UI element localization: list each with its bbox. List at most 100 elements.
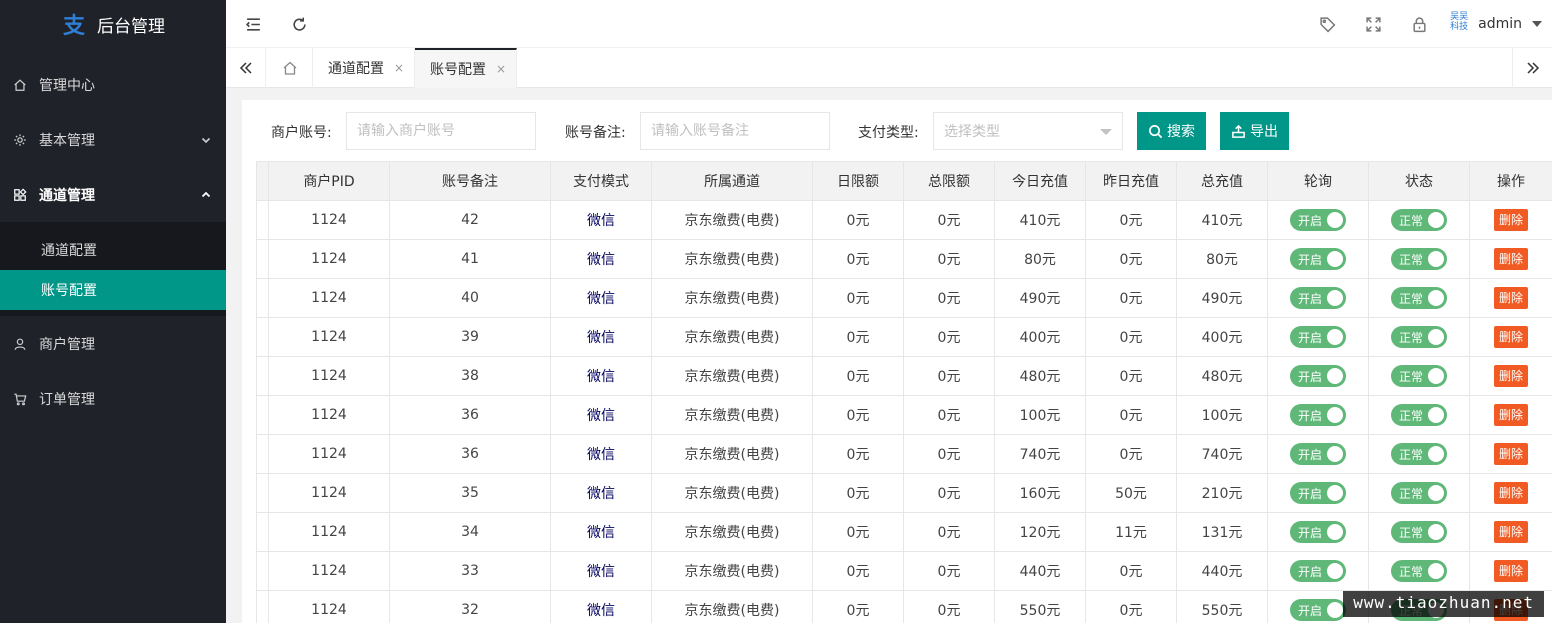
polling-toggle[interactable]: 开启 [1290, 209, 1346, 231]
close-icon[interactable]: × [394, 61, 404, 75]
tabs-scroll-left-button[interactable] [226, 48, 266, 88]
search-button[interactable]: 搜索 [1137, 112, 1206, 150]
table-cell: 42 [389, 200, 551, 240]
export-button[interactable]: 导出 [1220, 112, 1289, 150]
table-cell: 0元 [903, 395, 995, 435]
status-toggle[interactable]: 正常 [1391, 248, 1447, 270]
pay-type-select[interactable]: 选择类型 [933, 112, 1123, 150]
delete-button[interactable]: 删除 [1494, 365, 1528, 387]
polling-toggle[interactable]: 开启 [1290, 365, 1346, 387]
delete-button[interactable]: 删除 [1494, 248, 1528, 270]
page-tabs: 通道配置 × 账号配置 × [226, 48, 1552, 88]
toggle-label: 正常 [1399, 252, 1424, 267]
polling-toggle[interactable]: 开启 [1290, 560, 1346, 582]
logo-icon: 支 [62, 14, 85, 39]
export-icon [1232, 124, 1245, 138]
sidebar-subitem-account-config[interactable]: 账号配置 [0, 270, 226, 310]
polling-toggle[interactable]: 开启 [1290, 248, 1346, 270]
polling-toggle[interactable]: 开启 [1290, 521, 1346, 543]
home-icon [283, 61, 296, 75]
delete-button[interactable]: 删除 [1494, 560, 1528, 582]
sidebar-item-merchant[interactable]: 商户管理 [0, 316, 226, 371]
polling-toggle[interactable]: 开启 [1290, 326, 1346, 348]
polling-cell: 开启 [1267, 551, 1369, 591]
table-cell: 京东缴费(电费) [651, 395, 813, 435]
user-menu[interactable]: 吴吴 科技 admin [1448, 12, 1542, 36]
tab-channel-config[interactable]: 通道配置 × [313, 48, 415, 88]
sidebar-subitem-channel-config[interactable]: 通道配置 [0, 230, 226, 270]
sidebar-item-basic[interactable]: 基本管理 [0, 112, 226, 167]
sidebar-item-dashboard[interactable]: 管理中心 [0, 57, 226, 112]
table-cell: 微信 [550, 317, 652, 357]
table-cell: 京东缴费(电费) [651, 317, 813, 357]
status-toggle[interactable]: 正常 [1391, 365, 1447, 387]
table-cell: 40 [389, 278, 551, 318]
delete-button[interactable]: 删除 [1494, 482, 1528, 504]
table-cell: 微信 [550, 512, 652, 552]
table-cell: 0元 [812, 317, 904, 357]
status-cell: 正常 [1368, 200, 1470, 240]
account-remark-input[interactable] [640, 112, 830, 150]
status-toggle[interactable]: 正常 [1391, 443, 1447, 465]
status-toggle[interactable]: 正常 [1391, 326, 1447, 348]
merchant-account-input[interactable] [346, 112, 536, 150]
polling-toggle[interactable]: 开启 [1290, 443, 1346, 465]
table-cell: 0元 [812, 590, 904, 623]
table-cell: 550元 [994, 590, 1086, 623]
table-cell: 0元 [1085, 239, 1177, 279]
table-cell: 32 [389, 590, 551, 623]
logo: 支 后台管理 [0, 0, 226, 48]
tab-home[interactable] [267, 48, 313, 88]
table-body: 1124 42 微信 京东缴费(电费) 0元 0元 410元 0元 410元 开启 正常 删除 1124… [256, 200, 1552, 623]
toggle-label: 开启 [1298, 291, 1323, 306]
status-toggle[interactable]: 正常 [1391, 560, 1447, 582]
column-header: 所属通道 [651, 161, 813, 201]
table-cell: 35 [389, 473, 551, 513]
delete-button[interactable]: 删除 [1494, 209, 1528, 231]
sidebar-item-channel[interactable]: 通道管理 [0, 167, 226, 222]
status-cell: 正常 [1368, 434, 1470, 474]
delete-button[interactable]: 删除 [1494, 521, 1528, 543]
tab-account-config[interactable]: 账号配置 × [415, 48, 517, 88]
tabs-scroll-right-button[interactable] [1512, 48, 1552, 88]
table-cell: 0元 [903, 590, 995, 623]
fullscreen-icon[interactable] [1363, 14, 1383, 34]
table-cell: 0元 [903, 239, 995, 279]
lock-icon[interactable] [1409, 14, 1429, 34]
menu-fold-icon[interactable] [243, 14, 263, 34]
status-toggle[interactable]: 正常 [1391, 287, 1447, 309]
refresh-icon[interactable] [289, 14, 309, 34]
polling-toggle[interactable]: 开启 [1290, 599, 1346, 621]
status-toggle[interactable]: 正常 [1391, 209, 1447, 231]
table-cell: 34 [389, 512, 551, 552]
status-toggle[interactable]: 正常 [1391, 404, 1447, 426]
sidebar-item-label: 基本管理 [39, 132, 95, 149]
merchant-label: 商户账号: [271, 125, 332, 141]
user-icon [12, 336, 28, 352]
action-cell: 删除 [1469, 551, 1552, 591]
polling-toggle[interactable]: 开启 [1290, 482, 1346, 504]
delete-button[interactable]: 删除 [1494, 404, 1528, 426]
table-row: 1124 34 微信 京东缴费(电费) 0元 0元 120元 11元 131元 开启 正常 删除 [256, 512, 1552, 552]
close-icon[interactable]: × [496, 62, 506, 76]
polling-toggle[interactable]: 开启 [1290, 287, 1346, 309]
delete-button[interactable]: 删除 [1494, 287, 1528, 309]
table-cell: 微信 [550, 434, 652, 474]
status-toggle[interactable]: 正常 [1391, 482, 1447, 504]
table-cell: 0元 [903, 200, 995, 240]
polling-toggle[interactable]: 开启 [1290, 404, 1346, 426]
status-cell: 正常 [1368, 473, 1470, 513]
table-cell: 11元 [1085, 512, 1177, 552]
toggle-label: 开启 [1298, 447, 1323, 462]
delete-button[interactable]: 删除 [1494, 326, 1528, 348]
tag-icon[interactable] [1317, 14, 1337, 34]
toggle-label: 开启 [1298, 252, 1323, 267]
status-cell: 正常 [1368, 317, 1470, 357]
polling-cell: 开启 [1267, 200, 1369, 240]
table-cell: 1124 [268, 278, 390, 318]
table-cell: 0元 [903, 473, 995, 513]
status-toggle[interactable]: 正常 [1391, 521, 1447, 543]
delete-button[interactable]: 删除 [1494, 443, 1528, 465]
sidebar-item-orders[interactable]: 订单管理 [0, 371, 226, 426]
avatar: 吴吴 科技 [1450, 12, 1469, 32]
